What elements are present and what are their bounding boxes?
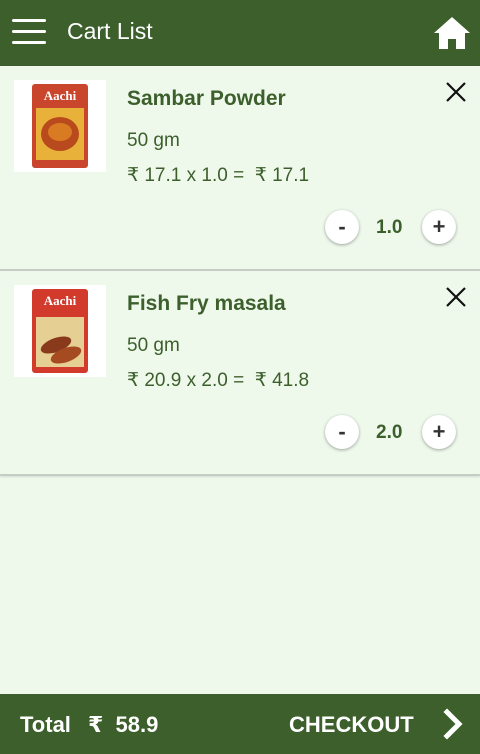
page-title: Cart List <box>67 18 153 44</box>
product-package-image: Aachi <box>32 289 88 373</box>
checkout-bar: Total ₹ 58.9 CHECKOUT <box>0 694 480 754</box>
increase-quantity-button[interactable]: + <box>422 415 456 449</box>
close-icon[interactable] <box>444 285 468 309</box>
cart-item-card: Aachi Fish Fry masala 50 gm ₹ 20.9 x 2.0… <box>0 271 480 476</box>
hamburger-menu-icon[interactable] <box>12 19 46 47</box>
product-weight: 50 gm <box>127 130 180 151</box>
price-calculation: ₹ 20.9 x 2.0 = ₹ 41.8 <box>127 370 310 391</box>
quantity-value: 1.0 <box>376 217 403 238</box>
total-label: Total <box>20 712 71 737</box>
cart-item-card: Aachi Sambar Powder 50 gm ₹ 17.1 x 1.0 =… <box>0 66 480 271</box>
chevron-right-icon[interactable] <box>440 708 466 740</box>
product-image: Aachi <box>14 80 106 172</box>
decrease-quantity-button[interactable]: - <box>325 210 359 244</box>
brand-text: Aachi <box>44 293 77 308</box>
quantity-value: 2.0 <box>376 422 403 443</box>
total-value: ₹ 58.9 <box>88 712 159 737</box>
close-icon[interactable] <box>444 80 468 104</box>
product-weight: 50 gm <box>127 335 180 356</box>
cart-list: Aachi Sambar Powder 50 gm ₹ 17.1 x 1.0 =… <box>0 66 480 476</box>
increase-quantity-button[interactable]: + <box>422 210 456 244</box>
price-calculation: ₹ 17.1 x 1.0 = ₹ 17.1 <box>127 165 310 186</box>
product-package-image: Aachi <box>32 84 88 168</box>
app-bar: Cart List <box>0 0 480 66</box>
home-icon[interactable] <box>432 14 472 52</box>
brand-text: Aachi <box>44 88 77 103</box>
product-name: Fish Fry masala <box>127 292 286 315</box>
product-image: Aachi <box>14 285 106 377</box>
decrease-quantity-button[interactable]: - <box>325 415 359 449</box>
checkout-button[interactable]: CHECKOUT <box>289 712 414 738</box>
product-name: Sambar Powder <box>127 87 286 110</box>
